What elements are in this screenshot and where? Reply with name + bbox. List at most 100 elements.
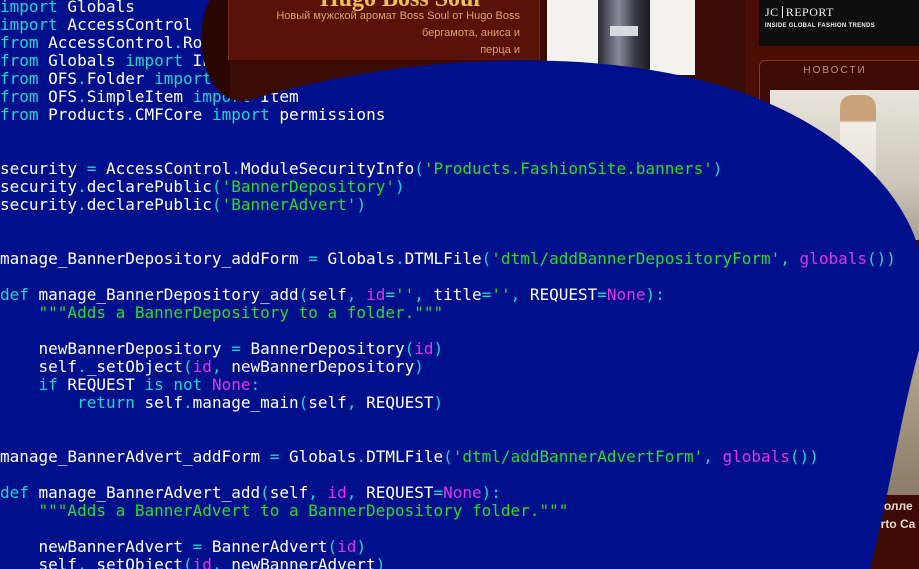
code-token: = (481, 285, 492, 304)
code-token: ( (327, 537, 338, 556)
code-token: newBannerAdvert (231, 555, 376, 569)
code-line: from Products.CMFCore import permissions (0, 106, 385, 124)
code-token: manage_BannerAdvert_add (28, 483, 261, 502)
code-token: . (173, 33, 184, 52)
code-token: ( (211, 177, 222, 196)
code-token: Globals (57, 0, 135, 16)
code-token: , (308, 483, 328, 502)
code-token: = (308, 249, 318, 268)
code-token: title (433, 285, 482, 304)
code-token: ()) (789, 447, 819, 466)
code-token: OFS (38, 87, 78, 106)
code-token: Globals (279, 447, 357, 466)
code-token: id (192, 555, 212, 569)
code-token: ( (404, 339, 415, 358)
code-token: manage_main (192, 393, 299, 412)
code-token: ( (298, 393, 309, 412)
code-line: manage_BannerDepository_addForm = Global… (0, 250, 896, 268)
code-token: import (0, 15, 58, 34)
code-line: def manage_BannerAdvert_add(self, id, RE… (0, 484, 501, 502)
code-token: from (0, 87, 39, 106)
code-token: CMFCore (134, 105, 212, 124)
code-token: . (125, 105, 135, 124)
code-token: newBannerDepository (231, 357, 415, 376)
code-token: . (394, 249, 405, 268)
code-token: declarePublic (86, 195, 212, 214)
code-token: = (269, 447, 280, 466)
code-token: REQUEST (366, 483, 434, 502)
code-token: from (0, 33, 39, 52)
code-token: from (0, 51, 39, 70)
code-token: security (0, 195, 78, 214)
code-token: from (0, 105, 39, 124)
code-line: manage_BannerAdvert_addForm = Globals.DT… (0, 448, 819, 466)
code-token: , (703, 447, 723, 466)
code-line: self._setObject(id, newBannerDepository) (0, 358, 424, 376)
code-token: REQUEST (529, 285, 598, 304)
code-token: self (0, 555, 78, 569)
code-token: None (606, 285, 646, 304)
code-token: return (77, 393, 135, 412)
code-token: id (192, 357, 212, 376)
code-token: ) (433, 339, 444, 358)
code-token: '' (394, 285, 415, 304)
code-token: AccessControl (38, 33, 174, 52)
code-token: """Adds a BannerDepository to a folder."… (38, 303, 444, 322)
code-line: self._setObject(id, newBannerAdvert) (0, 556, 385, 569)
code-token: . (356, 447, 367, 466)
code-token: DTMLFile (366, 447, 444, 466)
code-line: import AccessControl (0, 16, 193, 34)
code-line: newBannerDepository = BannerDepository(i… (0, 340, 443, 358)
code-token: REQUEST (57, 375, 145, 394)
code-token: ) (375, 555, 386, 569)
code-token: = (433, 483, 444, 502)
code-token: manage_BannerDepository_addForm (0, 249, 309, 268)
code-token: = (86, 159, 97, 178)
code-token: OFS (38, 69, 78, 88)
code-token: declarePublic (86, 177, 212, 196)
code-token: AccessControl (57, 15, 193, 34)
code-token: ) (712, 159, 723, 178)
code-token: def (0, 285, 29, 304)
code-token: ( (260, 483, 270, 502)
code-token: ): (481, 483, 501, 502)
code-token: , (346, 483, 367, 502)
code-token: ) (433, 393, 444, 412)
code-token: AccessControl (96, 159, 232, 178)
code-line: return self.manage_main(self, REQUEST) (0, 394, 443, 412)
code-token: globals (799, 249, 867, 268)
code-token: manage_BannerDepository_add (28, 285, 299, 304)
code-token: id (414, 339, 434, 358)
code-token: security (0, 177, 78, 196)
code-line: """Adds a BannerDepository to a folder."… (0, 304, 443, 322)
code-line: security = AccessControl.ModuleSecurityI… (0, 160, 723, 178)
code-token: SimpleItem (86, 87, 193, 106)
code-token: , (346, 285, 367, 304)
code-token: is not (144, 375, 203, 394)
code-token: self (0, 357, 78, 376)
code-token: . (77, 177, 87, 196)
code-token: BannerDepository (240, 339, 405, 358)
code-token: . (231, 159, 241, 178)
code-token: Globals (38, 51, 126, 70)
code-token: . (77, 357, 87, 376)
code-token: self (134, 393, 184, 412)
code-token: 'BannerDepository' (221, 177, 395, 196)
code-token: id (366, 285, 386, 304)
code-line: newBannerAdvert = BannerAdvert(id) (0, 538, 366, 556)
code-token: 'dtml/addBannerAdvertForm' (452, 447, 704, 466)
code-token: , (346, 393, 367, 412)
code-token: Globals (317, 249, 395, 268)
code-token: id (327, 483, 347, 502)
code-token: import (0, 0, 58, 16)
code-token: REQUEST (366, 393, 434, 412)
code-token: ) (394, 177, 405, 196)
code-token: . (183, 393, 193, 412)
code-token: = (385, 285, 395, 304)
code-token: ( (414, 159, 424, 178)
code-token: permissions (269, 105, 386, 124)
code-token: None (211, 375, 251, 394)
